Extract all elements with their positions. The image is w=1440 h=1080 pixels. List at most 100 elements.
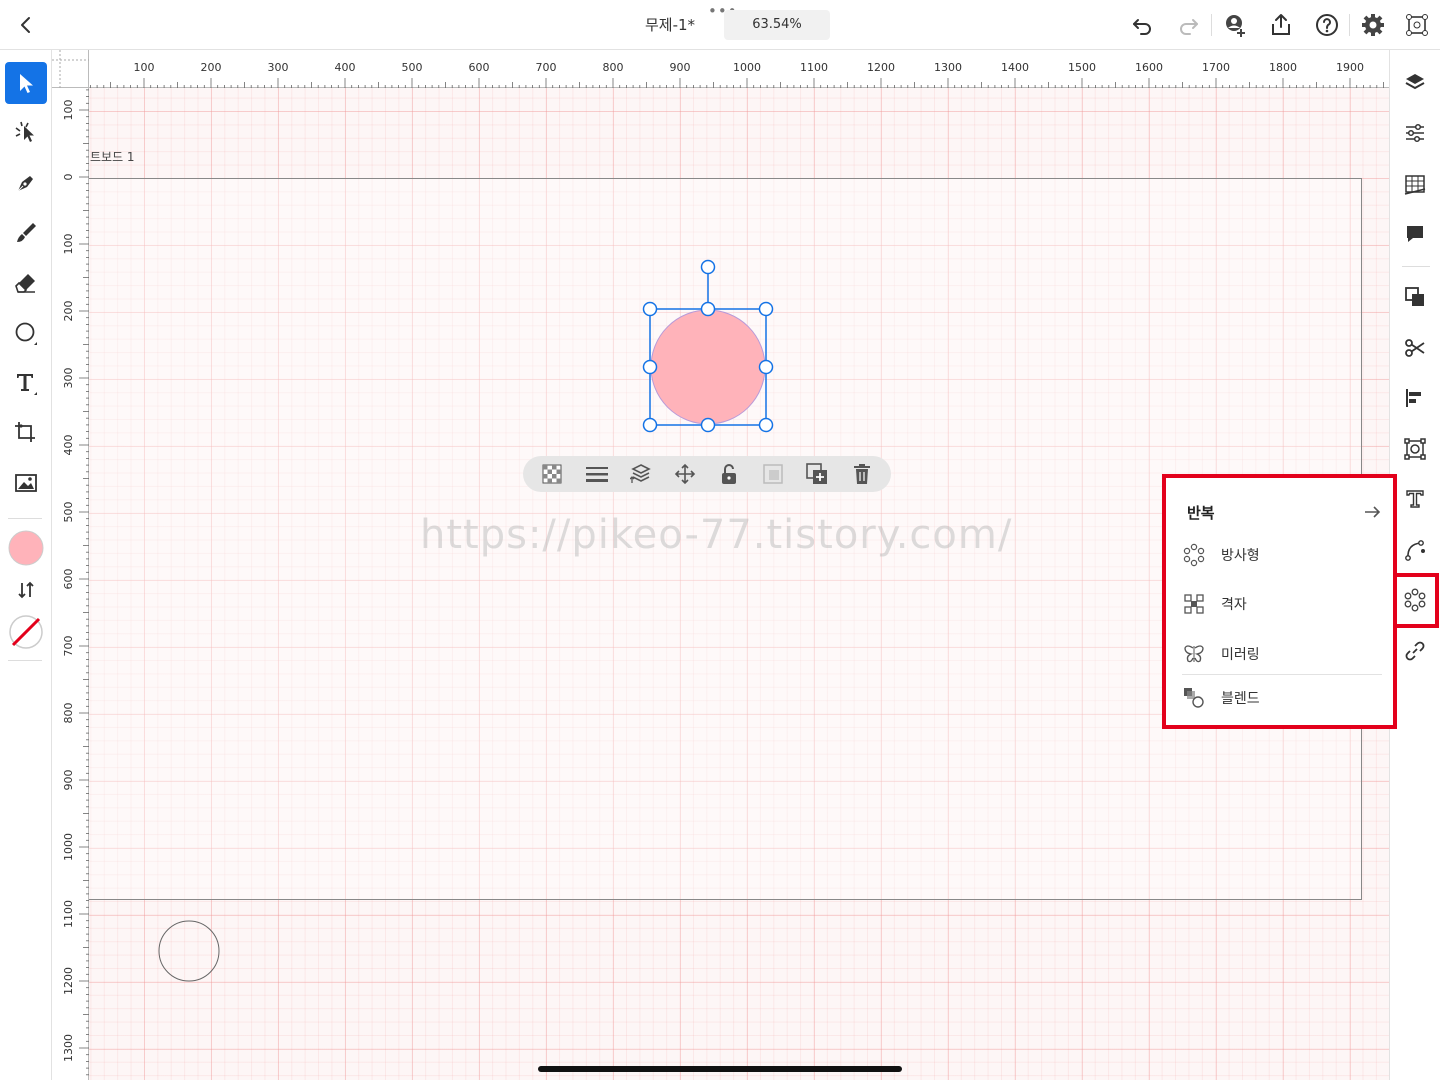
repeat-radial-item[interactable]: 방사형	[1182, 538, 1382, 572]
zoom-level[interactable]: 63.54%	[724, 10, 830, 40]
place-image-tool[interactable]	[5, 462, 47, 504]
invite-user-icon[interactable]	[1222, 12, 1248, 38]
text-tool[interactable]	[5, 362, 47, 404]
fill-color-swatch[interactable]	[5, 527, 47, 569]
repeat-grid-item[interactable]: 격자	[1182, 587, 1382, 621]
pathfinder-combine-icon[interactable]	[1401, 283, 1429, 311]
mirror-repeat-icon	[1184, 645, 1204, 663]
unlock-icon[interactable]	[717, 462, 741, 486]
fill-swatch-icon	[8, 530, 44, 566]
undo-icon[interactable]	[1129, 12, 1155, 38]
stroke-color-swatch[interactable]	[5, 611, 47, 653]
resize-handle[interactable]	[758, 301, 774, 317]
resize-handle[interactable]	[642, 417, 658, 433]
resize-handle[interactable]	[642, 359, 658, 375]
repeat-mirror-item[interactable]: 미러링	[1182, 637, 1382, 671]
pink-circle-shape[interactable]	[650, 309, 766, 425]
home-indicator[interactable]	[538, 1066, 902, 1072]
swap-arrows-icon	[18, 581, 34, 599]
ruler-label: 100	[62, 234, 75, 255]
ruler-ticks: 100 200 300 400 500 600 700 800 900 1000 1100 1200 1…	[76, 61, 1384, 88]
resize-handle[interactable]	[700, 417, 716, 433]
ruler-label: 1000	[62, 833, 75, 861]
redo-icon[interactable]	[1176, 12, 1202, 38]
top-bar: ••• 무제-1* 63.54%	[0, 0, 1440, 50]
menu-divider	[1182, 674, 1382, 675]
ruler-label: 1600	[1135, 61, 1163, 74]
properties-sliders-icon[interactable]	[1401, 119, 1429, 147]
path-curve-icon[interactable]	[1401, 536, 1429, 564]
left-toolbar	[0, 50, 52, 1080]
ruler-corner[interactable]	[52, 50, 89, 88]
selected-shape-group[interactable]	[639, 258, 779, 438]
ruler-label: 1300	[934, 61, 962, 74]
crop-icon	[15, 422, 35, 442]
comments-icon[interactable]	[1401, 220, 1429, 248]
move-icon[interactable]	[673, 462, 697, 486]
share-icon[interactable]	[1268, 12, 1294, 38]
ruler-label: 600	[62, 569, 75, 590]
ruler-label: 1900	[1336, 61, 1364, 74]
arrange-layers-icon[interactable]	[629, 462, 653, 486]
pen-tool[interactable]	[5, 162, 47, 204]
ruler-label: 1700	[1202, 61, 1230, 74]
ruler-label: 800	[62, 703, 75, 724]
vertical-ruler: 100 0 100 200 300 400 500 600 700 800 900 1000 1100 1…	[52, 88, 89, 1080]
ruler-label: 1500	[1068, 61, 1096, 74]
direct-select-tool[interactable]	[5, 112, 47, 154]
grid-guides-icon[interactable]	[1401, 170, 1429, 198]
brush-tool[interactable]	[5, 212, 47, 254]
duplicate-icon[interactable]	[805, 462, 829, 486]
layers-icon[interactable]	[1401, 69, 1429, 97]
swap-fill-stroke[interactable]	[5, 569, 47, 611]
link-icon[interactable]	[1401, 637, 1429, 665]
ruler-label: 1100	[62, 900, 75, 928]
text-properties-icon[interactable]	[1401, 485, 1429, 513]
eraser-tool[interactable]	[5, 262, 47, 304]
blend-item[interactable]: 블렌드	[1182, 681, 1382, 715]
resize-handle[interactable]	[642, 301, 658, 317]
ruler-label: 800	[603, 61, 624, 74]
settings-gear-icon[interactable]	[1360, 12, 1386, 38]
align-icon[interactable]	[1401, 384, 1429, 412]
cursor-arrow-icon	[20, 74, 33, 93]
resize-handle[interactable]	[700, 301, 716, 317]
transform-view-icon[interactable]	[1404, 12, 1430, 38]
ruler-label: 200	[201, 61, 222, 74]
scissors-icon[interactable]	[1401, 334, 1429, 362]
eraser-icon	[15, 274, 35, 293]
document-title[interactable]: 무제-1*	[630, 14, 710, 35]
ruler-label: 0	[62, 174, 75, 181]
resize-handle[interactable]	[758, 359, 774, 375]
arrow-right-icon[interactable]	[1362, 502, 1382, 522]
select-tool[interactable]	[5, 62, 47, 104]
help-icon[interactable]	[1314, 12, 1340, 38]
ruler-ticks: 1000100200300400500600700800900100011001…	[62, 89, 89, 1076]
rotate-handle[interactable]	[700, 259, 716, 275]
artboard-label[interactable]: 트보드 1	[90, 148, 135, 165]
ruler-label: 1300	[62, 1034, 75, 1062]
blend-icon	[1184, 688, 1204, 708]
back-icon[interactable]	[14, 12, 40, 38]
ruler-label: 1100	[800, 61, 828, 74]
horizontal-ruler: 100 200 300 400 500 600 700 800 900 1000 1100 1200 1…	[52, 50, 1389, 88]
watermark-text: https://pikeo-77.tistory.com/	[420, 512, 1013, 558]
ruler-label: 300	[62, 368, 75, 389]
divider	[8, 518, 42, 519]
ruler-label: 300	[268, 61, 289, 74]
transform-icon[interactable]	[1401, 435, 1429, 463]
ruler-label: 100	[62, 100, 75, 121]
ruler-label: 900	[62, 770, 75, 791]
shape-tool[interactable]	[5, 312, 47, 354]
crop-tool[interactable]	[5, 412, 47, 454]
resize-handle[interactable]	[758, 417, 774, 433]
stroke-weight-icon[interactable]	[585, 462, 609, 486]
mask-icon	[761, 462, 785, 486]
ellipse-shape-icon	[15, 322, 37, 345]
outline-circle-shape[interactable]	[158, 919, 222, 983]
selection-context-toolbar	[523, 456, 891, 492]
opacity-icon[interactable]	[540, 462, 564, 486]
ruler-label: 1200	[62, 967, 75, 995]
delete-trash-icon[interactable]	[850, 462, 874, 486]
pen-nib-icon	[17, 176, 33, 192]
